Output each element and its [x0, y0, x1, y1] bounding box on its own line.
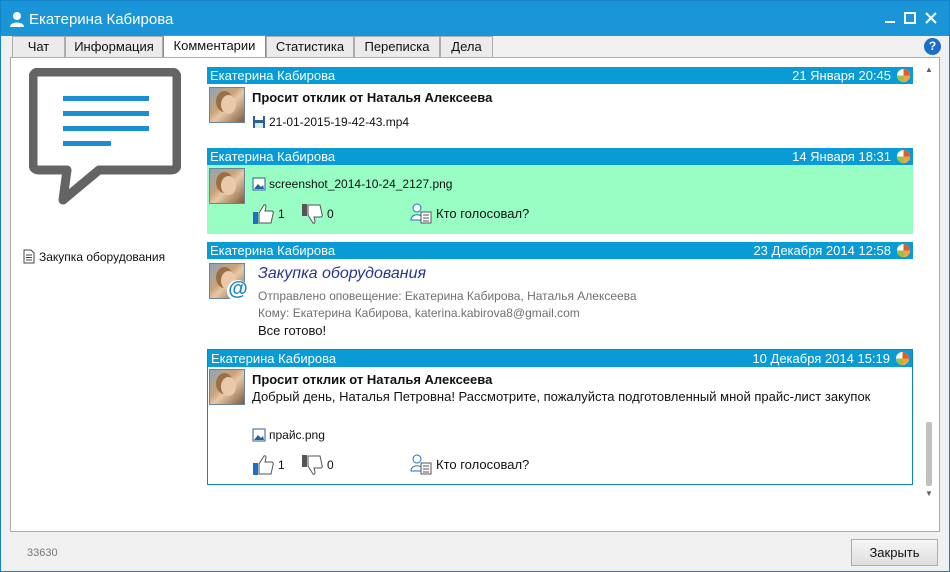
- comment-date: 14 Января 18:31: [792, 149, 891, 164]
- close-icon[interactable]: [922, 9, 940, 27]
- dislike-button[interactable]: 0: [301, 454, 334, 476]
- avatar[interactable]: [209, 87, 245, 123]
- window-title: Екатерина Кабирова: [29, 11, 174, 28]
- image-file-icon: [252, 177, 266, 191]
- tab-correspondence[interactable]: Переписка: [354, 36, 440, 58]
- comment-author[interactable]: Екатерина Кабирова: [210, 242, 335, 259]
- comment-header: Екатерина Кабирова 14 Января 18:31: [207, 148, 913, 165]
- thumbs-up-icon: [253, 204, 274, 224]
- user-icon: [10, 12, 24, 27]
- comment-header: Екатерина Кабирова 21 Января 20:45: [207, 67, 913, 84]
- tab-statistics[interactable]: Статистика: [266, 36, 354, 58]
- comment-date: 21 Января 20:45: [792, 68, 891, 83]
- help-icon[interactable]: ?: [924, 38, 941, 55]
- like-button[interactable]: 1: [252, 203, 285, 225]
- close-button[interactable]: Закрыть: [851, 539, 938, 566]
- sidebar-link-label: Закупка оборудования: [39, 249, 166, 264]
- tab-comments[interactable]: Комментарии: [163, 35, 266, 58]
- scroll-thumb[interactable]: [926, 422, 932, 486]
- thumbs-down-icon: [302, 455, 323, 475]
- comment-notification: Отправлено оповещение: Екатерина Кабиров…: [258, 289, 637, 303]
- attachment-filename: прайс.png: [269, 428, 325, 442]
- comment-body: Добрый день, Наталья Петровна! Рассмотри…: [252, 389, 871, 404]
- comment-body: Все готово!: [258, 323, 327, 338]
- contact-window: Екатерина Кабирова Чат Информация Коммен…: [0, 0, 950, 572]
- comment-author[interactable]: Екатерина Кабирова: [211, 350, 336, 367]
- pie-chart-icon[interactable]: [896, 243, 911, 258]
- image-file-icon: [252, 428, 266, 442]
- title-bar: Екатерина Кабирова: [1, 1, 949, 36]
- like-count: 1: [278, 458, 285, 472]
- attachment-link[interactable]: screenshot_2014-10-24_2127.png: [252, 177, 452, 191]
- minimize-icon[interactable]: [881, 9, 899, 27]
- scroll-down-arrow-icon[interactable]: ▼: [925, 489, 933, 498]
- who-voted-link[interactable]: Кто голосовал?: [410, 202, 529, 224]
- comment-item: Екатерина Кабирова 14 Января 18:31 scree…: [207, 148, 913, 234]
- dislike-count: 0: [327, 458, 334, 472]
- tab-tasks[interactable]: Дела: [440, 36, 493, 58]
- pie-chart-icon[interactable]: [895, 351, 910, 366]
- pie-chart-icon[interactable]: [896, 68, 911, 83]
- attachment-filename: 21-01-2015-19-42-43.mp4: [269, 115, 410, 129]
- attachment-link[interactable]: 21-01-2015-19-42-43.mp4: [252, 115, 409, 129]
- comment-date: 10 Декабря 2014 15:19: [752, 351, 890, 366]
- comment-item: Екатерина Кабирова 23 Декабря 2014 12:58…: [207, 242, 913, 342]
- comment-item: Екатерина Кабирова 10 Декабря 2014 15:19…: [207, 349, 913, 485]
- scroll-up-arrow-icon[interactable]: ▲: [925, 65, 933, 74]
- thumbs-up-icon: [253, 455, 274, 475]
- document-icon: [23, 249, 35, 264]
- comment-header: Екатерина Кабирова 23 Декабря 2014 12:58: [207, 242, 913, 259]
- who-voted-label: Кто голосовал?: [436, 205, 530, 221]
- thumbs-down-icon: [302, 204, 323, 224]
- who-voted-link[interactable]: Кто голосовал?: [410, 453, 529, 475]
- sidebar-task-link[interactable]: Закупка оборудования: [23, 249, 165, 264]
- attachment-filename: screenshot_2014-10-24_2127.png: [269, 177, 453, 191]
- dislike-button[interactable]: 0: [301, 203, 334, 225]
- voters-icon: [410, 454, 432, 475]
- comment-recipients: Кому: Екатерина Кабирова, katerina.kabir…: [258, 306, 580, 320]
- comment-title: Просит отклик от Наталья Алексеева: [252, 372, 493, 387]
- comments-scrollbar[interactable]: ▲ ▼: [923, 65, 935, 498]
- floppy-disk-icon: [253, 116, 265, 128]
- dislike-count: 0: [327, 207, 334, 221]
- tab-bar: Чат Информация Комментарии Статистика Пе…: [1, 35, 949, 58]
- voters-icon: [410, 203, 432, 224]
- attachment-link[interactable]: прайс.png: [252, 428, 325, 442]
- comments-panel: Закупка оборудования Екатерина Кабирова …: [10, 57, 940, 532]
- comment-date: 23 Декабря 2014 12:58: [753, 243, 891, 258]
- tab-chat[interactable]: Чат: [12, 36, 65, 58]
- comment-subject: Закупка оборудования: [258, 265, 427, 282]
- avatar[interactable]: [209, 369, 245, 405]
- avatar[interactable]: [209, 168, 245, 204]
- who-voted-label: Кто голосовал?: [436, 456, 530, 472]
- comment-item: Екатерина Кабирова 21 Января 20:45 Проси…: [207, 67, 913, 145]
- comment-author[interactable]: Екатерина Кабирова: [210, 148, 335, 165]
- like-count: 1: [278, 207, 285, 221]
- record-id: 33630: [27, 547, 58, 559]
- email-at-icon: @: [227, 278, 249, 302]
- like-button[interactable]: 1: [252, 454, 285, 476]
- comment-author[interactable]: Екатерина Кабирова: [210, 67, 335, 84]
- comment-bubble-icon: [29, 68, 181, 205]
- comment-title: Просит отклик от Наталья Алексеева: [252, 90, 493, 105]
- pie-chart-icon[interactable]: [896, 149, 911, 164]
- maximize-icon[interactable]: [901, 9, 919, 27]
- tab-info[interactable]: Информация: [65, 36, 163, 58]
- comment-header: Екатерина Кабирова 10 Декабря 2014 15:19: [208, 350, 912, 367]
